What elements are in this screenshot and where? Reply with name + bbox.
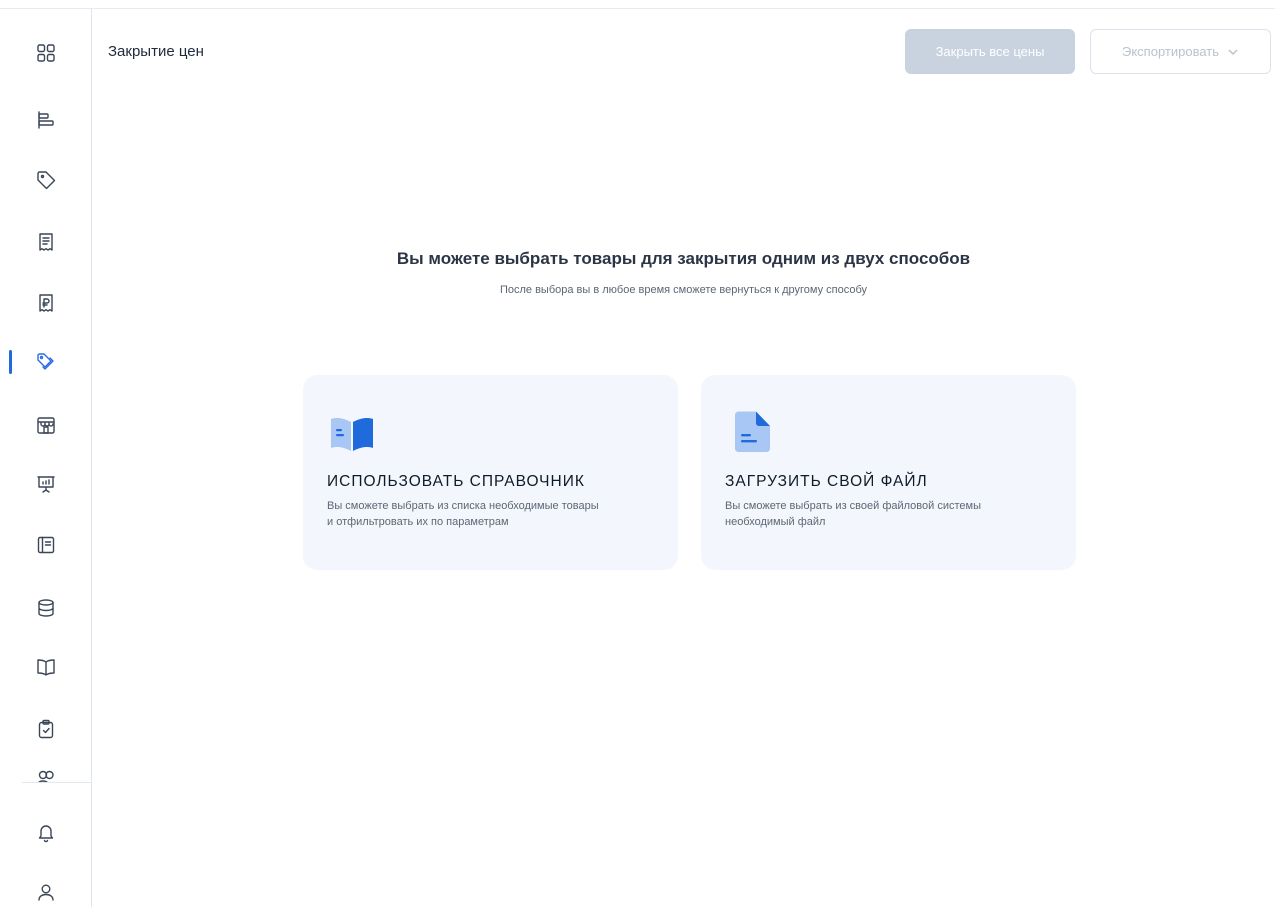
ruble-receipt-icon (38, 294, 53, 312)
card-title: ИСПОЛЬЗОВАТЬ СПРАВОЧНИК (327, 473, 585, 490)
page-title: Закрытие цен (108, 43, 204, 60)
sidebar-item-notifications[interactable] (0, 812, 91, 852)
store-icon (36, 417, 55, 434)
clipboard-check-icon (38, 719, 53, 739)
tags-discount-icon (36, 353, 54, 370)
upload-file-card[interactable]: ЗАГРУЗИТЬ СВОЙ ФАЙЛ Вы сможете выбрать и… (701, 375, 1076, 570)
catalog-book-icon (37, 536, 54, 554)
sidebar-item-knowledge[interactable] (0, 647, 91, 687)
sidebar-item-reports[interactable] (0, 464, 91, 504)
open-book-icon (36, 659, 55, 676)
sidebar-item-planning[interactable] (0, 100, 91, 140)
close-all-prices-button[interactable]: Закрыть все цены (905, 29, 1075, 74)
sidebar-divider (22, 782, 92, 783)
receipt-icon (38, 233, 53, 251)
card-description-line: Вы сможете выбрать из своей файловой сис… (725, 500, 981, 512)
user-icon (37, 884, 54, 901)
card-title: ЗАГРУЗИТЬ СВОЙ ФАЙЛ (725, 473, 928, 490)
export-label: Экспортировать (1122, 44, 1219, 59)
card-description: Вы сможете выбрать из списка необходимые… (327, 498, 667, 530)
sidebar-item-prices[interactable] (0, 160, 91, 200)
selection-headline: Вы можете выбрать товары для закрытия од… (396, 249, 971, 268)
dashboard-grid-icon (36, 44, 55, 62)
sidebar-item-dashboard[interactable] (0, 33, 91, 73)
sidebar-item-stores[interactable] (0, 405, 91, 445)
card-description: Вы сможете выбрать из своей файловой сис… (725, 498, 1065, 530)
export-dropdown-button[interactable]: Экспортировать (1090, 29, 1271, 74)
use-catalog-card[interactable]: ИСПОЛЬЗОВАТЬ СПРАВОЧНИК Вы сможете выбра… (303, 375, 678, 570)
users-icon (36, 770, 54, 783)
presentation-chart-icon (36, 476, 55, 493)
gantt-bars-icon (37, 111, 54, 129)
open-book-icon (331, 418, 373, 451)
sidebar-item-tasks[interactable] (0, 709, 91, 749)
file-upload-icon (735, 411, 770, 452)
sidebar (0, 9, 92, 907)
sidebar-item-catalog[interactable] (0, 525, 91, 565)
sidebar-item-profile[interactable] (0, 872, 91, 912)
sidebar-item-database[interactable] (0, 588, 91, 628)
selection-subline: После выбора вы в любое время сможете ве… (499, 284, 868, 296)
sidebar-item-close-prices[interactable] (0, 342, 91, 382)
sidebar-item-users[interactable] (0, 763, 91, 783)
sidebar-item-receipts[interactable] (0, 222, 91, 262)
database-icon (37, 599, 54, 617)
active-indicator (9, 350, 12, 374)
card-description-line: и отфильтровать их по параметрам (327, 516, 509, 528)
chevron-down-icon (1228, 48, 1238, 55)
card-description-line: необходимый файл (725, 516, 826, 528)
price-tag-icon (36, 171, 55, 190)
bell-icon (38, 825, 53, 843)
top-border (0, 8, 1275, 9)
sidebar-item-ruble-receipts[interactable] (0, 283, 91, 323)
card-description-line: Вы сможете выбрать из списка необходимые… (327, 500, 599, 512)
